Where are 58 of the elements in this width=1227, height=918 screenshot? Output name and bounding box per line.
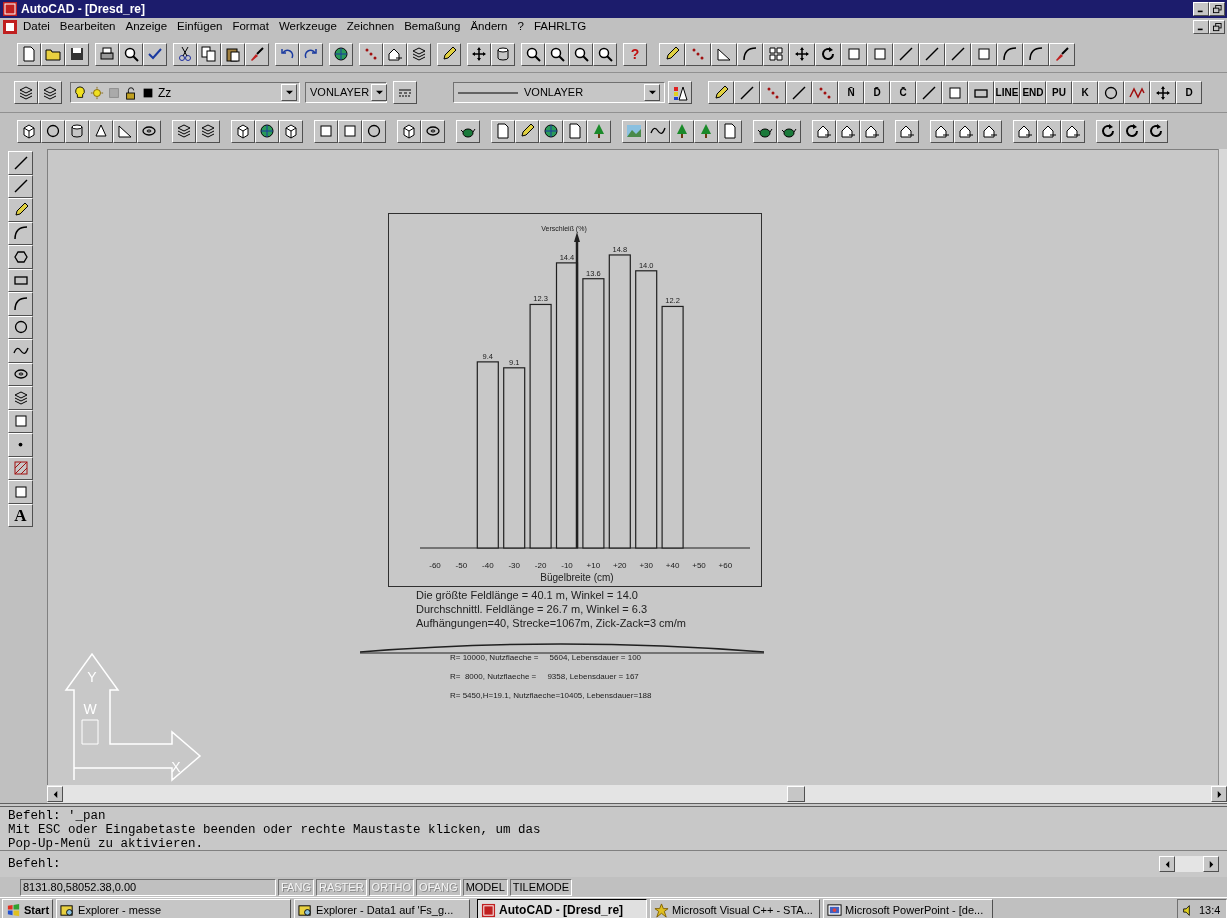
menu-item[interactable]: Ändern xyxy=(465,18,513,36)
taskbar-button[interactable]: AutoCAD - [Dresd_re] xyxy=(477,899,648,918)
coordinates-field: 8131.80,58052.38,0.00 xyxy=(20,878,276,896)
drawing-note: Aufhängungen=40, Strecke=1067m, Zick-Zack=3 cm/m xyxy=(416,616,686,630)
taskbar-button[interactable]: Explorer - Data1 auf 'Fs_g... xyxy=(294,899,471,918)
status-toggle[interactable]: TILEMODE xyxy=(509,878,572,896)
command-line-text: Befehl: '_pan xyxy=(8,809,107,823)
taskbar-button[interactable]: Microsoft Visual C++ - STA... xyxy=(650,899,821,918)
tick-label: +50 xyxy=(692,561,706,570)
layer-dropdown[interactable]: Zz xyxy=(70,82,300,103)
menu-item[interactable]: Bearbeiten xyxy=(54,18,121,36)
toolbar-button[interactable]: D̄ xyxy=(864,81,890,104)
linetype-dropdown[interactable]: VONLAYER xyxy=(453,82,665,103)
toolbar-button[interactable]: D xyxy=(1176,81,1202,104)
radius-note: R= 8000, Nutzflaeche = 9358, Lebensdauer = 167 xyxy=(450,672,640,682)
toolbar-button[interactable]: C̄ xyxy=(890,81,916,104)
toolbar-button[interactable]: END xyxy=(1020,81,1046,104)
tick-label: +20 xyxy=(613,561,627,570)
menu-item[interactable]: Anzeige xyxy=(120,18,173,36)
menu-item[interactable]: FAHRLTG xyxy=(528,18,592,36)
tick-label: -60 xyxy=(429,561,441,570)
clock: 13:4 xyxy=(1199,902,1221,918)
tick-label: +40 xyxy=(665,561,680,570)
tick-label: -20 xyxy=(534,561,547,570)
toolbar-button[interactable]: N̄ xyxy=(838,81,864,104)
toolbar-button[interactable]: ? xyxy=(623,42,647,66)
toolbar-button[interactable]: K xyxy=(1072,81,1098,104)
tick-label: +60 xyxy=(718,561,733,570)
menu-item[interactable]: Einfügen xyxy=(172,18,228,36)
toolbar-button[interactable]: PU xyxy=(1046,81,1072,104)
menu-item[interactable]: Bemaßung xyxy=(399,18,466,36)
command-line-text: Mit ESC oder Eingabetaste beenden oder rechte Maustaste klicken, um das xyxy=(8,823,542,837)
tick-label: +10 xyxy=(586,561,601,570)
window-title: AutoCAD - [Dresd_re] xyxy=(21,1,145,18)
x-axis-label: Bügelbreite (cm) xyxy=(540,572,614,583)
menu-item[interactable]: ? xyxy=(512,18,529,36)
menu-item[interactable]: Zeichnen xyxy=(341,18,400,36)
drawing-note: Durchschnittl. Feldlänge = 26.7 m, Winkel = 6.3 xyxy=(416,602,649,616)
radius-note: R= 10000, Nutzflaeche = 5604, Lebensdauer = 100 xyxy=(450,653,643,663)
tick-label: -30 xyxy=(508,561,520,570)
radius-note: R= 5450,H=19.1, Nutzflaeche=10405, Lebensdauer=188 xyxy=(450,691,652,701)
toolbar-button[interactable]: A xyxy=(8,503,33,527)
taskbar-button[interactable]: Microsoft PowerPoint - [de... xyxy=(823,899,994,918)
menu-item[interactable]: Format xyxy=(227,18,274,36)
menu-item[interactable]: Datei xyxy=(18,18,55,36)
command-line-text: Pop-Up-Menü zu aktivieren. xyxy=(8,837,205,850)
taskbar-button[interactable]: Explorer - messe xyxy=(56,899,292,918)
menu-item[interactable]: Werkzeuge xyxy=(273,18,342,36)
color-dropdown[interactable]: VONLAYER xyxy=(305,82,387,103)
toolbar-button[interactable]: LINE xyxy=(994,81,1020,104)
tick-label: -10 xyxy=(561,561,573,570)
command-prompt: Befehl: xyxy=(8,857,61,871)
drawing-note: Die größte Feldlänge = 40.1 m, Winkel = 14.0 xyxy=(416,588,639,602)
tick-label: -40 xyxy=(482,561,494,570)
tick-label: +30 xyxy=(639,561,653,570)
start-button[interactable]: Start xyxy=(2,899,54,918)
status-toggle[interactable]: MODEL xyxy=(462,878,508,896)
tick-label: -50 xyxy=(455,561,468,570)
